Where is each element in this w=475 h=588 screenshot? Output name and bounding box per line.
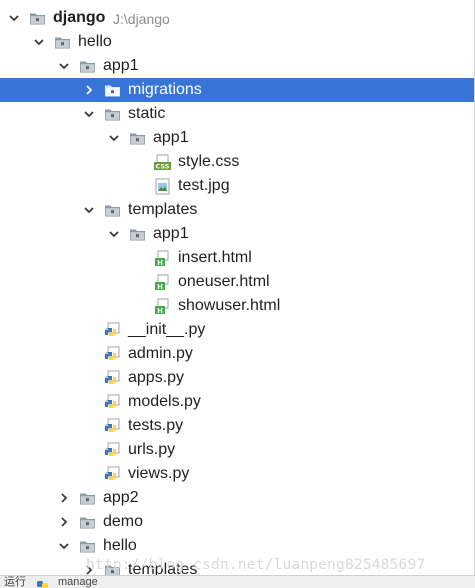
run-bar: 运行 manage	[0, 575, 475, 588]
tree-item-static-app1[interactable]: app1	[0, 126, 474, 150]
python-file-icon	[104, 346, 121, 363]
tree-item-label: urls.py	[128, 441, 176, 458]
tree-item-label: migrations	[128, 81, 202, 98]
folder-icon	[129, 226, 146, 243]
python-file-icon	[104, 418, 121, 435]
folder-icon	[129, 130, 146, 147]
python-file-icon	[104, 442, 121, 459]
python-file-icon	[104, 370, 121, 387]
tree-item-label: app1	[153, 129, 189, 146]
chevron-right-icon[interactable]	[58, 516, 70, 528]
svg-text:H: H	[157, 307, 163, 315]
tree-item-urls-py[interactable]: urls.py	[0, 438, 474, 462]
tree-item-label: hello	[103, 537, 137, 554]
tree-item-label: tests.py	[128, 417, 184, 434]
tree-item-label: templates	[128, 201, 198, 218]
chevron-right-icon[interactable]	[83, 84, 95, 96]
chevron-down-icon[interactable]	[83, 108, 95, 120]
chevron-down-icon[interactable]	[83, 204, 95, 216]
html-file-icon: H	[154, 250, 171, 267]
tree-item-migrations[interactable]: migrations	[0, 78, 474, 102]
tree-item-style-css[interactable]: CSS style.css	[0, 150, 474, 174]
tree-item-admin-py[interactable]: admin.py	[0, 342, 474, 366]
tree-item-label: app2	[103, 489, 139, 506]
tree-item-app1[interactable]: app1	[0, 54, 474, 78]
chevron-down-icon[interactable]	[108, 228, 120, 240]
svg-text:H: H	[157, 259, 163, 267]
tree-item-hello-inner[interactable]: hello	[0, 534, 474, 558]
tree-item-init-py[interactable]: __init__.py	[0, 318, 474, 342]
tree-item-label: app1	[103, 57, 139, 74]
tree-item-demo[interactable]: demo	[0, 510, 474, 534]
tree-item-tests-py[interactable]: tests.py	[0, 414, 474, 438]
folder-icon	[104, 202, 121, 219]
tree-item-templates-app1[interactable]: app1	[0, 222, 474, 246]
folder-icon	[29, 10, 46, 27]
python-icon	[36, 577, 50, 588]
tree-item-label: views.py	[128, 465, 190, 482]
tree-item-label: style.css	[178, 153, 240, 170]
folder-icon	[54, 34, 71, 51]
tree-item-label: static	[128, 105, 166, 122]
folder-icon	[79, 538, 96, 555]
folder-icon	[79, 490, 96, 507]
tree-item-app2[interactable]: app2	[0, 486, 474, 510]
svg-text:CSS: CSS	[156, 163, 170, 171]
tree-item-label: admin.py	[128, 345, 193, 362]
tree-item-hello[interactable]: hello	[0, 30, 474, 54]
tree-item-label: django	[53, 9, 106, 26]
python-file-icon	[104, 466, 121, 483]
svg-text:H: H	[157, 283, 163, 291]
html-file-icon: H	[154, 298, 171, 315]
tree-item-label: demo	[103, 513, 144, 530]
tree-item-models-py[interactable]: models.py	[0, 390, 474, 414]
tree-item-oneuser-html[interactable]: Honeuser.html	[0, 270, 474, 294]
tree-item-apps-py[interactable]: apps.py	[0, 366, 474, 390]
folder-icon	[79, 514, 96, 531]
tree-item-label: __init__.py	[128, 321, 206, 338]
tree-item-label: app1	[153, 225, 189, 242]
image-file-icon	[154, 178, 171, 195]
run-file-label[interactable]: manage	[58, 576, 98, 588]
python-file-icon	[104, 322, 121, 339]
tree-item-label: insert.html	[178, 249, 252, 266]
html-file-icon: H	[154, 274, 171, 291]
python-file-icon	[104, 394, 121, 411]
tree-item-test-jpg[interactable]: test.jpg	[0, 174, 474, 198]
tree-item-label: hello	[78, 33, 112, 50]
tree-item-templates[interactable]: templates	[0, 198, 474, 222]
project-path: J:\django	[113, 11, 170, 27]
tree-item-label: models.py	[128, 393, 201, 410]
tree-item-label: showuser.html	[178, 297, 281, 314]
tree-item-views-py[interactable]: views.py	[0, 462, 474, 486]
folder-icon	[104, 106, 121, 123]
chevron-down-icon[interactable]	[108, 132, 120, 144]
tree-item-showuser-html[interactable]: Hshowuser.html	[0, 294, 474, 318]
run-label[interactable]: 运行	[4, 576, 26, 588]
chevron-down-icon[interactable]	[8, 12, 20, 24]
folder-icon	[79, 58, 96, 75]
folder-icon	[104, 82, 121, 99]
tree-item-label: test.jpg	[178, 177, 230, 194]
tree-item-django-root[interactable]: django J:\django	[0, 6, 474, 30]
chevron-right-icon[interactable]	[58, 492, 70, 504]
tree-item-label: oneuser.html	[178, 273, 270, 290]
tree-item-label: apps.py	[128, 369, 185, 386]
tree-item-static[interactable]: static	[0, 102, 474, 126]
chevron-down-icon[interactable]	[33, 36, 45, 48]
chevron-down-icon[interactable]	[58, 540, 70, 552]
tree-item-insert-html[interactable]: Hinsert.html	[0, 246, 474, 270]
css-file-icon: CSS	[154, 154, 171, 171]
project-tree: django J:\django hello app1 migrations static…	[0, 6, 474, 582]
chevron-down-icon[interactable]	[58, 60, 70, 72]
